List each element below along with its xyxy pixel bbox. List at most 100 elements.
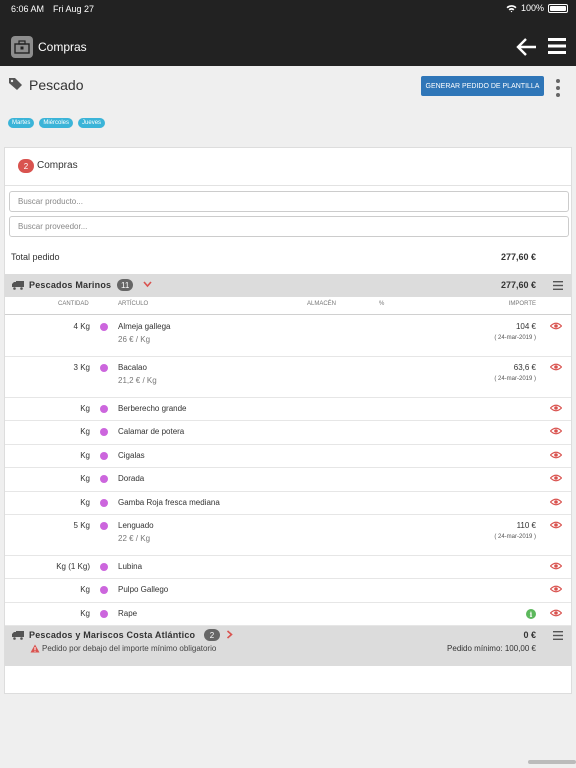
quantity[interactable]: 3 Kg — [74, 363, 90, 372]
back-arrow-icon[interactable] — [516, 36, 538, 58]
column-cantidad: CANTIDAD — [58, 301, 89, 307]
info-icon[interactable]: i — [526, 609, 536, 619]
day-pill: Miércoles — [39, 118, 74, 128]
hamburger-menu-icon[interactable] — [548, 38, 566, 54]
quantity[interactable]: Kg — [80, 609, 90, 618]
home-indicator — [528, 760, 576, 764]
search-supplier-input[interactable] — [9, 216, 569, 237]
quantity[interactable]: Kg (1 Kg) — [56, 562, 90, 571]
supplier-total: 277,60 € — [500, 280, 536, 290]
quantity[interactable]: 4 Kg — [74, 322, 90, 331]
supplier-item-count: 2 — [204, 629, 220, 641]
total-order-label: Total pedido — [11, 252, 60, 262]
battery-icon — [548, 3, 568, 13]
product-row[interactable]: Kg Rape i — [5, 603, 571, 626]
supplier-item-count: 11 — [117, 279, 134, 291]
unit-price: 26 € / Kg — [118, 335, 151, 344]
generate-template-order-button[interactable]: GENERAR PEDIDO DE PLANTILLA — [421, 76, 544, 96]
article-name: Pulpo Gallego — [118, 585, 169, 594]
minimum-warning-text: Pedido por debajo del importe mínimo obl… — [42, 644, 217, 653]
product-row[interactable]: 5 Kg Lenguado 22 € / Kg 110 € ( 24-mar-2… — [5, 515, 571, 556]
quantity[interactable]: Kg — [80, 427, 90, 436]
product-row[interactable]: Kg Calamar de potera — [5, 421, 571, 445]
day-pill: Martes — [8, 118, 35, 128]
truck-icon — [12, 281, 24, 290]
article-name: Almeja gallega — [118, 322, 171, 331]
status-dot — [100, 323, 108, 331]
product-row[interactable]: 4 Kg Almeja gallega 26 € / Kg 104 € ( 24… — [5, 316, 571, 357]
page-title: Pescado — [29, 77, 84, 93]
quantity[interactable]: Kg — [80, 585, 90, 594]
eye-icon[interactable] — [550, 609, 562, 617]
eye-icon[interactable] — [550, 521, 562, 529]
search-product-input[interactable] — [9, 191, 569, 212]
article-name: Rape — [118, 609, 138, 618]
article-name: Berberecho grande — [118, 404, 187, 413]
eye-icon[interactable] — [550, 451, 562, 459]
column-percent: % — [379, 301, 385, 307]
minimum-order-text: Pedido mínimo: 100,00 € — [447, 644, 536, 653]
article-name: Dorada — [118, 474, 145, 483]
wifi-icon — [506, 4, 517, 12]
list-menu-icon[interactable] — [553, 281, 563, 290]
status-date: Fri Aug 27 — [53, 4, 95, 14]
product-row[interactable]: Kg Gamba Roja fresca mediana — [5, 492, 571, 515]
status-dot — [100, 563, 108, 571]
purchases-card: 2 Compras Total pedido 277,60 € Pescados… — [4, 147, 572, 694]
eye-icon[interactable] — [550, 498, 562, 506]
status-dot — [100, 405, 108, 413]
status-dot — [100, 364, 108, 372]
article-name: Bacalao — [118, 363, 147, 372]
battery-percent: 100% — [520, 3, 544, 13]
status-right: 100% — [506, 3, 568, 13]
product-row[interactable]: Kg Dorada — [5, 468, 571, 492]
total-order-value: 277,60 € — [500, 252, 536, 262]
amount: 110 € — [516, 521, 536, 530]
list-menu-icon[interactable] — [553, 631, 563, 640]
product-row[interactable]: Kg Cigalas — [5, 445, 571, 468]
unit-price: 21,2 € / Kg — [118, 376, 157, 385]
status-dot — [100, 499, 108, 507]
price-date: ( 24-mar-2019 ) — [494, 376, 536, 382]
article-name: Calamar de potera — [118, 427, 185, 436]
app-title: Compras — [38, 40, 87, 54]
more-options-icon[interactable] — [554, 78, 562, 98]
status-dot — [100, 586, 108, 594]
column-articulo: ARTÍCULO — [118, 301, 149, 307]
price-date: ( 24-mar-2019 ) — [494, 335, 536, 341]
chevron-down-icon[interactable] — [143, 281, 152, 288]
eye-icon[interactable] — [550, 474, 562, 482]
eye-icon[interactable] — [550, 322, 562, 330]
quantity[interactable]: Kg — [80, 498, 90, 507]
delivery-days: Martes Miércoles Jueves — [8, 118, 106, 128]
purchases-count-badge: 2 — [18, 159, 34, 173]
supplier-group-header[interactable]: Pescados y Mariscos Costa Atlántico 2 0 … — [5, 626, 571, 666]
status-time: 6:06 AM — [11, 4, 45, 14]
supplier-group-header[interactable]: Pescados Marinos 11 277,60 € — [5, 274, 571, 297]
card-title: Compras — [37, 160, 78, 171]
tags-icon — [9, 78, 22, 90]
product-row[interactable]: Kg Pulpo Gallego — [5, 579, 571, 603]
article-name: Gamba Roja fresca mediana — [118, 498, 220, 507]
status-dot — [100, 610, 108, 618]
quantity[interactable]: Kg — [80, 474, 90, 483]
divider — [5, 314, 571, 315]
eye-icon[interactable] — [550, 427, 562, 435]
quantity[interactable]: Kg — [80, 404, 90, 413]
day-pill: Jueves — [78, 118, 106, 128]
supplier-name: Pescados y Mariscos Costa Atlántico — [29, 630, 196, 640]
status-dot — [100, 522, 108, 530]
product-row[interactable]: Kg Berberecho grande — [5, 398, 571, 421]
nav-bar: Compras — [0, 18, 576, 66]
chevron-right-icon[interactable] — [226, 630, 233, 639]
status-bar: 6:06 AM Fri Aug 27 100% — [0, 0, 576, 18]
eye-icon[interactable] — [550, 363, 562, 371]
eye-icon[interactable] — [550, 404, 562, 412]
quantity[interactable]: 5 Kg — [74, 521, 90, 530]
eye-icon[interactable] — [550, 585, 562, 593]
quantity[interactable]: Kg — [80, 451, 90, 460]
product-row[interactable]: 3 Kg Bacalao 21,2 € / Kg 63,6 € ( 24-mar… — [5, 357, 571, 398]
eye-icon[interactable] — [550, 562, 562, 570]
product-row[interactable]: Kg (1 Kg) Lubina — [5, 556, 571, 579]
article-name: Lenguado — [118, 521, 154, 530]
